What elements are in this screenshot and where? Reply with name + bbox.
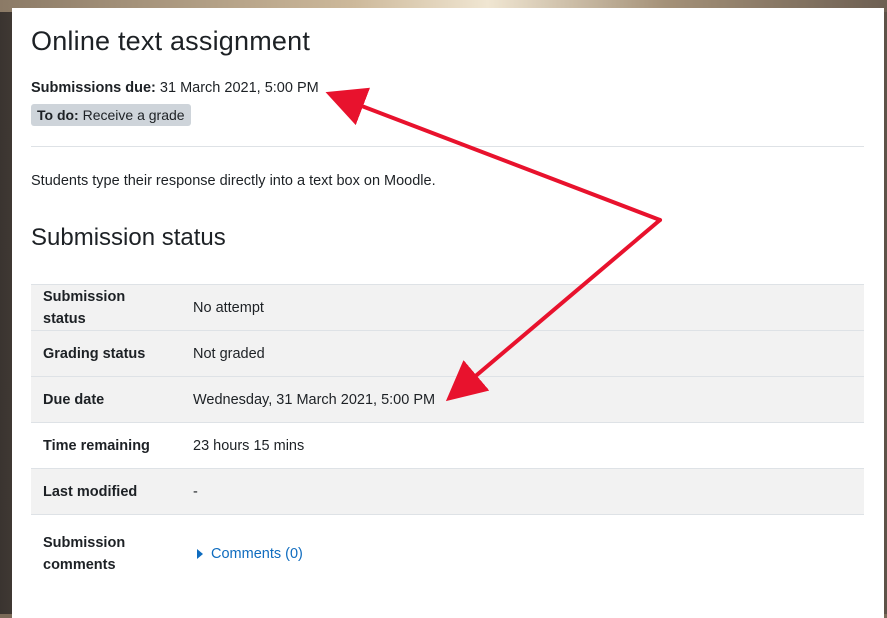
table-row: Grading status Not graded — [31, 330, 864, 376]
assignment-card: Online text assignment Submissions due: … — [12, 8, 884, 618]
submission-status-table: Submission status No attempt Grading sta… — [31, 284, 864, 593]
table-row: Submission comments Comments (0) — [31, 514, 864, 593]
comments-toggle-link[interactable]: Comments (0) — [197, 546, 303, 562]
table-row: Due date Wednesday, 31 March 2021, 5:00 … — [31, 376, 864, 422]
section-heading-submission-status: Submission status — [31, 224, 226, 251]
table-row: Time remaining 23 hours 15 mins — [31, 422, 864, 468]
todo-label: To do: — [37, 107, 79, 123]
todo-value: Receive a grade — [82, 107, 185, 123]
row-label: Submission comments — [43, 535, 126, 573]
row-value: Wednesday, 31 March 2021, 5:00 PM — [193, 391, 436, 408]
row-value: Comments (0) — [181, 515, 864, 593]
row-value: - — [193, 483, 198, 500]
row-label: Submission status — [43, 288, 126, 327]
row-value: Not graded — [181, 331, 864, 376]
table-row: Submission status No attempt — [31, 284, 864, 330]
row-value: No attempt — [193, 299, 264, 316]
row-label: Grading status — [31, 331, 181, 376]
table-row: Last modified - — [31, 468, 864, 514]
assignment-description: Students type their response directly in… — [31, 173, 436, 189]
row-label: Due date — [43, 391, 105, 408]
submissions-due: Submissions due: 31 March 2021, 5:00 PM — [31, 80, 319, 96]
page-title: Online text assignment — [31, 26, 311, 56]
comments-link-label: Comments (0) — [211, 546, 303, 562]
row-label: Last modified — [43, 483, 138, 500]
row-label: Time remaining — [43, 437, 150, 454]
divider — [31, 146, 864, 147]
row-value: 23 hours 15 mins — [193, 437, 305, 454]
caret-right-icon — [197, 549, 203, 559]
submissions-due-value: 31 March 2021, 5:00 PM — [159, 80, 319, 96]
submissions-due-label: Submissions due: — [31, 80, 156, 96]
todo-badge: To do: Receive a grade — [31, 104, 191, 126]
